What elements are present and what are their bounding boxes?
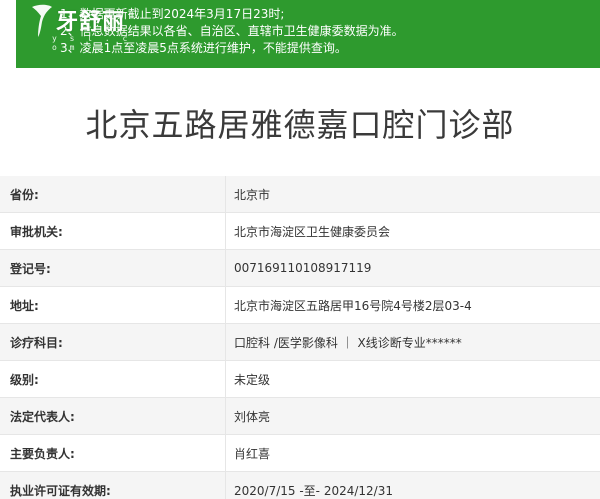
info-value: 北京市 xyxy=(234,187,271,202)
info-value: 未定级 xyxy=(234,372,271,387)
info-value: 刘体亮 xyxy=(234,409,271,424)
info-label: 诊疗科目: xyxy=(0,324,226,360)
info-label: 地址: xyxy=(0,287,226,323)
info-value: 北京市海淀区五路居甲16号院4号楼2层03-4 xyxy=(234,298,472,313)
info-value: 2020/7/15 -至- 2024/12/31 xyxy=(234,483,393,498)
info-label: 法定代表人: xyxy=(0,398,226,434)
info-row-departments: 诊疗科目: 口腔科 /医学影像科 ｜ X线诊断专业****** xyxy=(0,324,600,361)
notice-line-2: 2、信息数据结果以各省、自治区、直辖市卫生健康委数据为准。 xyxy=(60,24,404,38)
info-row-level: 级别: 未定级 xyxy=(0,361,600,398)
info-label: 主要负责人: xyxy=(0,435,226,471)
info-label: 省份: xyxy=(0,176,226,212)
logo-brand-text: 牙舒丽 xyxy=(56,9,126,35)
info-row-license-validity: 执业许可证有效期: 2020/7/15 -至- 2024/12/31 xyxy=(0,472,600,499)
info-value: 肖红喜 xyxy=(234,446,271,461)
info-label: 审批机关: xyxy=(0,213,226,249)
info-label: 登记号: xyxy=(0,250,226,286)
info-value: 007169110108917119 xyxy=(234,261,372,275)
logo-sub-text: y s l . c o m xyxy=(52,34,132,52)
logo: 牙舒丽 y s l . c o m xyxy=(0,0,140,52)
info-row-approval-authority: 审批机关: 北京市海淀区卫生健康委员会 xyxy=(0,213,600,250)
notice-line-3: 3、凌晨1点至凌晨5点系统进行维护，不能提供查询。 xyxy=(60,41,347,55)
info-label: 执业许可证有效期: xyxy=(0,472,226,499)
clinic-title: 北京五路居雅德嘉口腔门诊部 xyxy=(85,106,515,144)
info-row-legal-representative: 法定代表人: 刘体亮 xyxy=(0,398,600,435)
info-row-principal: 主要负责人: 肖红喜 xyxy=(0,435,600,472)
clinic-info-table: 省份: 北京市 审批机关: 北京市海淀区卫生健康委员会 登记号: 0071691… xyxy=(0,176,600,499)
info-label: 级别: xyxy=(0,361,226,397)
info-row-address: 地址: 北京市海淀区五路居甲16号院4号楼2层03-4 xyxy=(0,287,600,324)
notice-line-1: 1、数据更新截止到2024年3月17日23时; xyxy=(60,7,285,21)
info-value: 北京市海淀区卫生健康委员会 xyxy=(234,224,391,239)
info-row-registration-number: 登记号: 007169110108917119 xyxy=(0,250,600,287)
info-value: 口腔科 /医学影像科 ｜ X线诊断专业****** xyxy=(234,335,462,350)
info-row-province: 省份: 北京市 xyxy=(0,176,600,213)
tooth-logo-icon xyxy=(32,4,52,37)
